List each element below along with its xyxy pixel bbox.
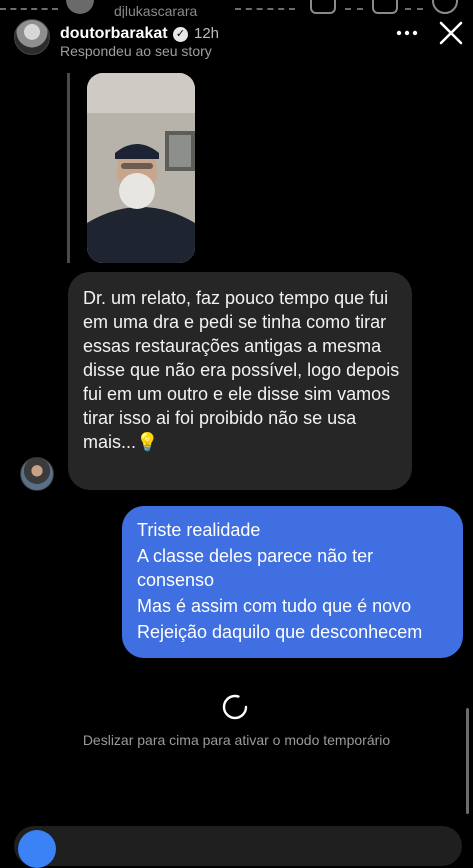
story-photo-person [87,73,195,263]
background-icon [372,0,398,14]
story-progress-segment [405,8,423,10]
incoming-message-text: Dr. um relato, faz pouco tempo que fui e… [83,288,400,452]
sender-avatar[interactable] [14,19,50,55]
more-horizontal-icon [396,30,418,36]
story-progress-segment [0,8,58,10]
story-thumbnail[interactable] [87,73,195,263]
message-time: 12h [194,25,220,42]
outgoing-message-line: Rejeição daquilo que desconhecem [137,622,423,642]
close-icon [439,21,463,45]
more-options-button[interactable] [394,20,420,46]
outgoing-message-line: A classe deles parece não ter [137,546,374,566]
outgoing-message-line: consenso [137,570,215,590]
message-composer[interactable] [14,826,462,866]
sender-avatar-small[interactable] [20,457,54,491]
background-icon [310,0,336,14]
outgoing-message-bubble[interactable]: Triste realidade A classe deles parece n… [122,506,463,658]
vanish-mode-hint: Deslizar para cima para ativar o modo te… [82,732,391,748]
outgoing-message-line: Triste realidade [137,520,261,540]
close-button[interactable] [436,18,466,48]
story-progress-segment [345,8,363,10]
reply-context-label: Respondeu ao seu story [60,43,212,59]
camera-button[interactable] [18,830,56,868]
background-icon [432,0,458,14]
background-avatar [66,0,94,14]
verified-badge-icon: ✓ [173,27,188,42]
scrollbar-thumb[interactable] [466,708,469,814]
reply-indicator-bar [67,73,70,263]
top-background-strip: djlukascarara [0,0,473,18]
loading-spinner-icon [222,694,248,720]
background-username: djlukascarara [114,3,198,18]
outgoing-message-line: Mas é assim com tudo que é novo [137,596,412,616]
incoming-message-bubble[interactable]: Dr. um relato, faz pouco tempo que fui e… [68,272,412,490]
sender-username[interactable]: doutorbarakat [60,25,168,43]
story-progress-segment [235,8,295,10]
